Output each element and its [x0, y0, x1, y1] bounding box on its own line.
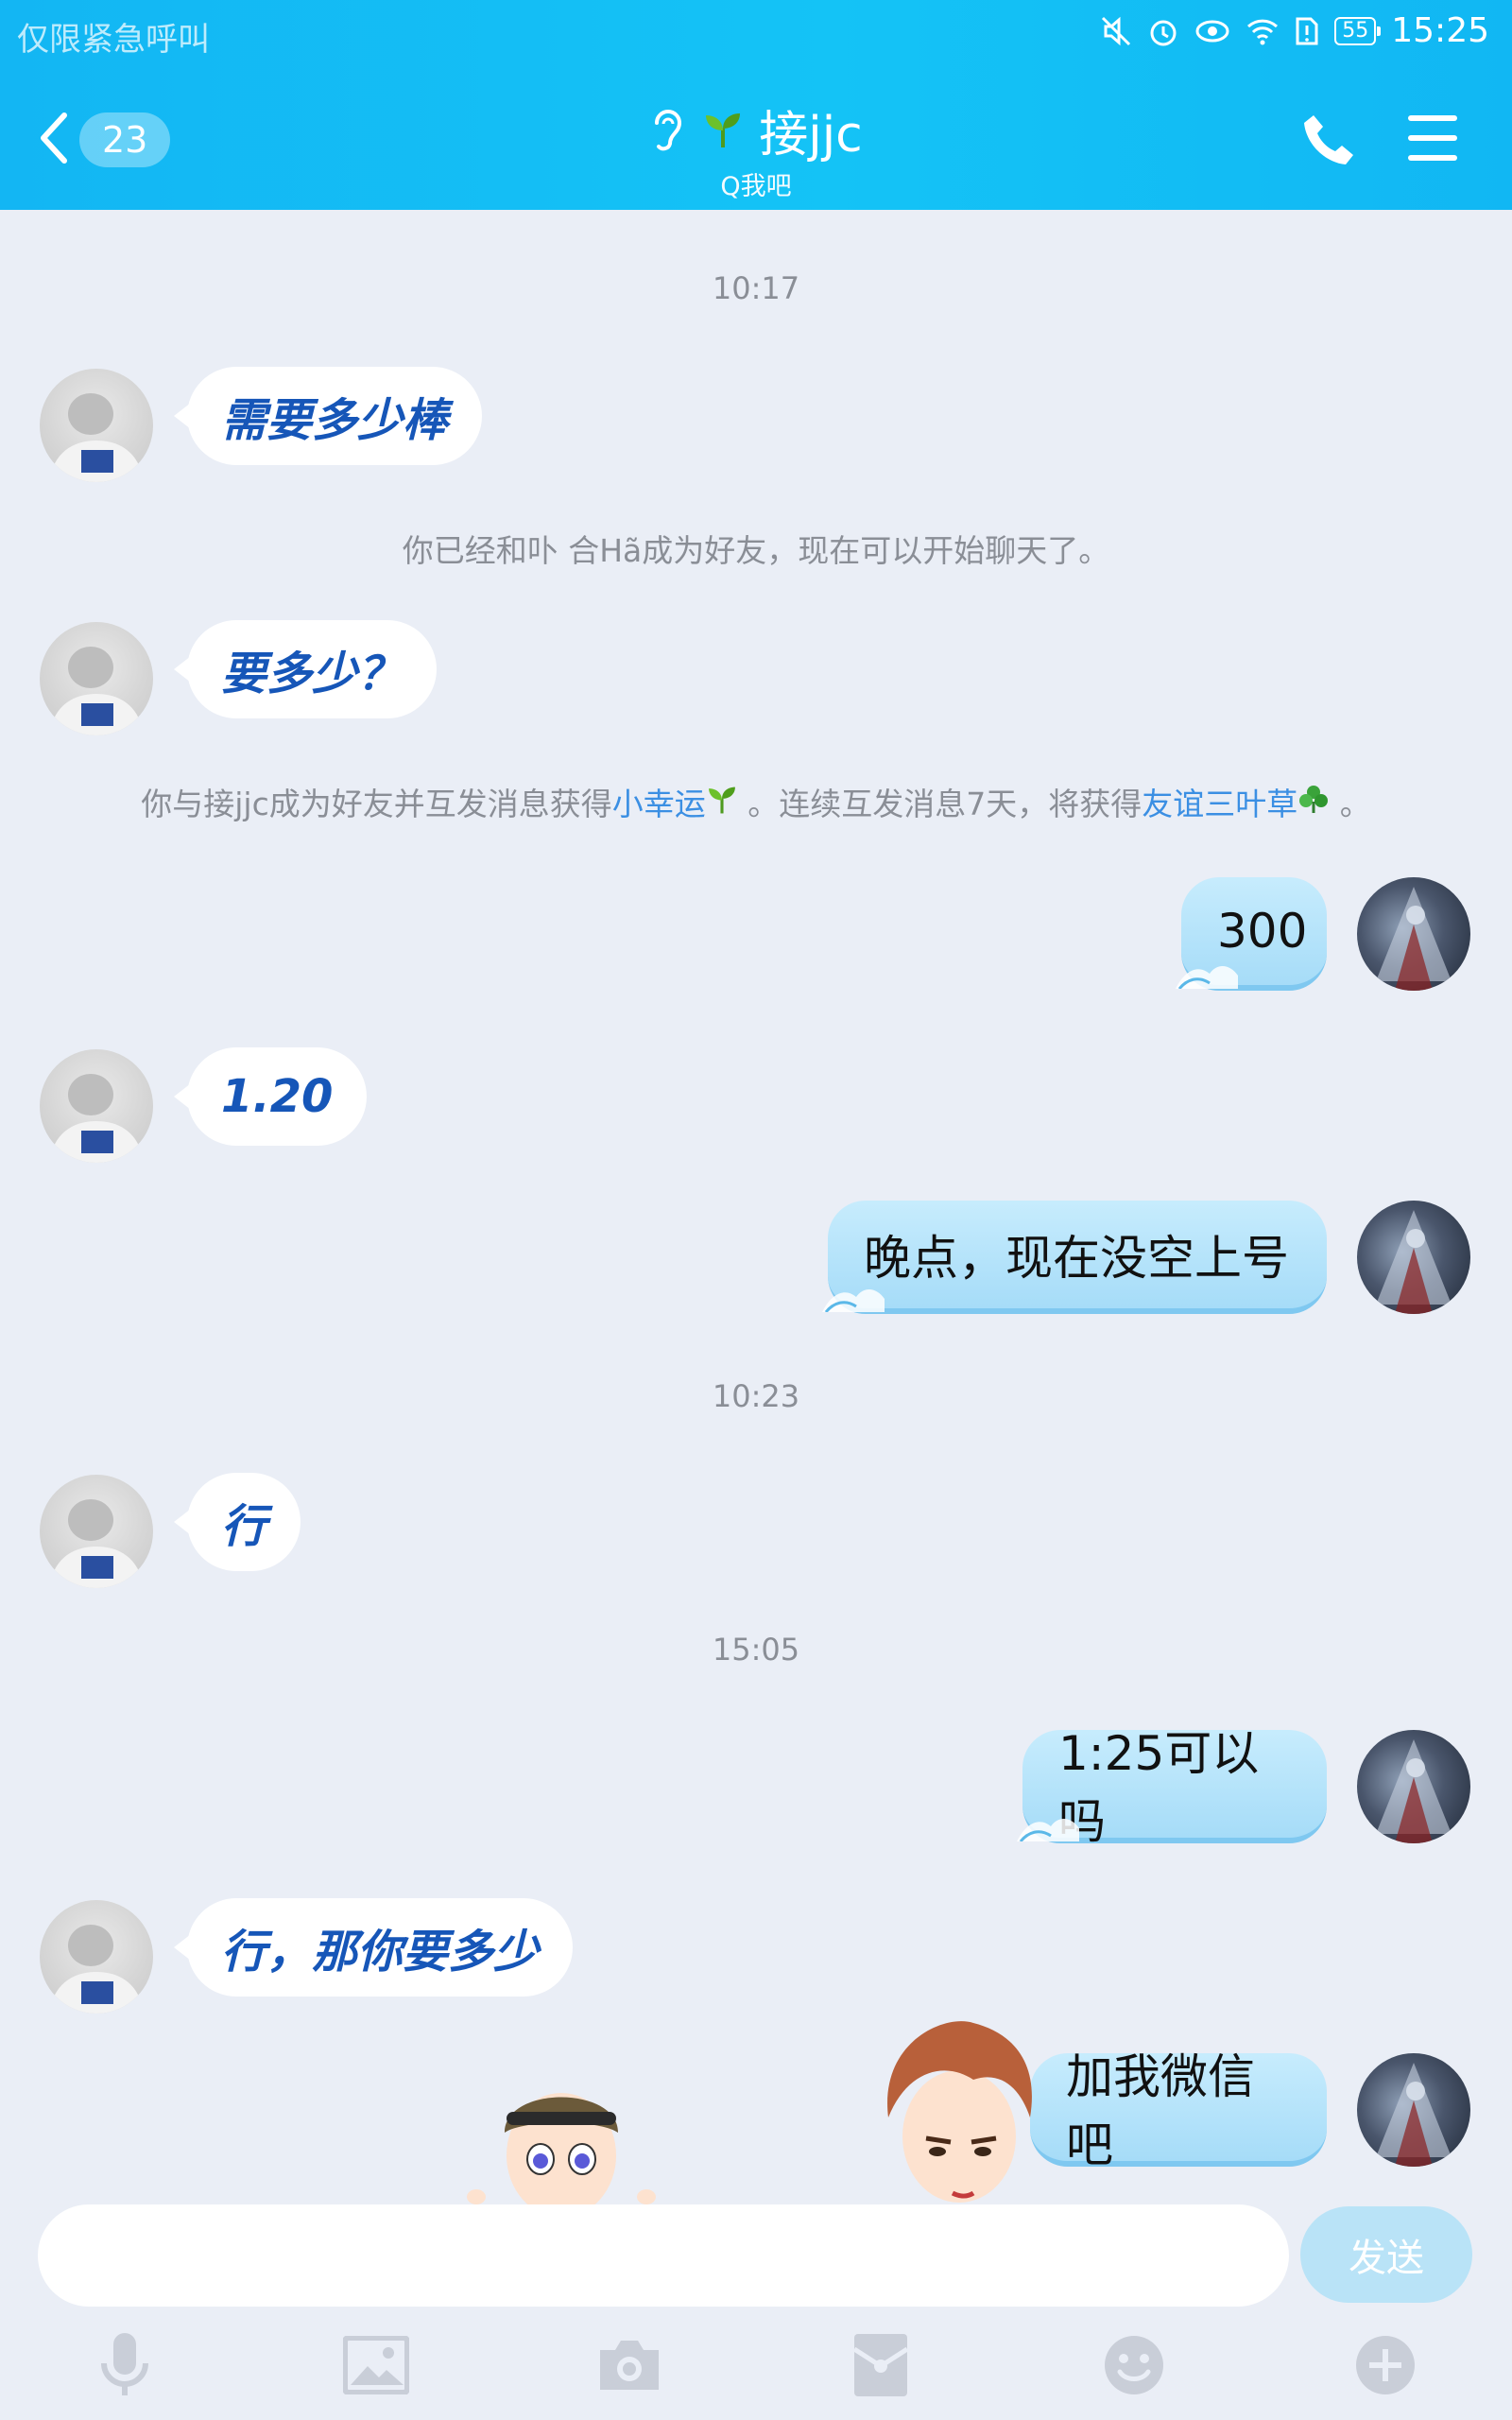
incoming-message-bubble[interactable]: 要多少？: [173, 620, 438, 718]
system-text: 。连续互发消息7天，将获得: [737, 786, 1143, 822]
incoming-message-bubble[interactable]: 1.20: [173, 1047, 368, 1146]
outgoing-message-bubble[interactable]: 晚点，现在没空上号: [822, 1201, 1327, 1314]
system-text: 。: [1330, 786, 1371, 822]
image-icon: [342, 2335, 410, 2398]
outgoing-message-bubble[interactable]: 1:25可以吗: [1017, 1726, 1327, 1849]
plus-icon: [1354, 2334, 1417, 2400]
emoji-icon: [1103, 2334, 1165, 2400]
chat-header: 仅限紧急呼叫 55 15:25 23 接jjc Q我吧: [0, 0, 1512, 210]
menu-button[interactable]: [1406, 113, 1459, 163]
my-avatar[interactable]: [1357, 2053, 1470, 2167]
voice-button[interactable]: [87, 2329, 163, 2405]
more-button[interactable]: [1348, 2329, 1423, 2405]
message-input[interactable]: [38, 2204, 1289, 2307]
cartoon-avatar-sticker[interactable]: [467, 2065, 656, 2218]
outgoing-message-bubble[interactable]: 300: [1176, 877, 1327, 991]
message-timestamp: 10:23: [712, 1378, 800, 1414]
sprout-icon: [706, 786, 738, 822]
earpiece-icon[interactable]: [649, 104, 687, 157]
eye-icon: [1194, 17, 1230, 45]
menu-icon: [1406, 115, 1459, 166]
alarm-icon: [1147, 15, 1179, 47]
message-text: 加我微信吧: [1066, 2049, 1255, 2172]
camera-icon: [596, 2337, 662, 2397]
incoming-message-bubble[interactable]: 行: [173, 1473, 301, 1571]
message-text: 1:25可以吗: [1058, 1726, 1260, 1849]
wifi-icon: [1246, 17, 1280, 45]
contact-avatar[interactable]: [40, 622, 153, 735]
chat-title[interactable]: 接jjc Q我吧: [0, 95, 1512, 202]
microphone-icon: [96, 2331, 153, 2403]
incoming-message-bubble[interactable]: 需要多少棒: [173, 367, 483, 465]
message-timestamp: 15:05: [712, 1632, 800, 1668]
photo-button[interactable]: [338, 2329, 414, 2405]
system-message: 你已经和卟 合Hã成为好友，现在可以开始聊天了。: [402, 532, 1110, 569]
camera-button[interactable]: [592, 2329, 667, 2405]
my-avatar[interactable]: [1357, 1201, 1470, 1314]
chat-subtitle: Q我吧: [720, 172, 792, 201]
clock-time: 15:25: [1391, 11, 1489, 50]
clover-icon: [1297, 786, 1330, 822]
input-toolbar: [0, 2316, 1512, 2420]
red-packet-button[interactable]: [843, 2329, 919, 2405]
emoji-button[interactable]: [1096, 2329, 1172, 2405]
friendship-system-message: 你与接jjc成为好友并互发消息获得小幸运 。连续互发消息7天，将获得友谊三叶草 …: [0, 779, 1512, 824]
incoming-message-bubble[interactable]: 行，那你要多少: [173, 1898, 574, 1996]
carrier-text: 仅限紧急呼叫: [17, 21, 210, 59]
contact-avatar[interactable]: [40, 1049, 153, 1163]
my-avatar[interactable]: [1357, 877, 1470, 991]
battery-icon: 55: [1334, 16, 1382, 45]
clover-link[interactable]: 友谊三叶草: [1142, 786, 1297, 822]
mute-icon: [1100, 15, 1132, 47]
message-timestamp: 10:17: [712, 270, 800, 306]
red-packet-icon: [852, 2332, 909, 2402]
sim-alert-icon: [1295, 16, 1319, 46]
message-text: 晚点，现在没空上号: [864, 1231, 1289, 1286]
phone-call-button[interactable]: [1302, 112, 1355, 168]
contact-avatar[interactable]: [40, 369, 153, 482]
cartoon-avatar-sticker[interactable]: [869, 2014, 1049, 2206]
my-avatar[interactable]: [1357, 1730, 1470, 1843]
lucky-link[interactable]: 小幸运: [612, 786, 706, 822]
sprout-icon: [702, 108, 744, 153]
status-icons: 55 15:25: [1100, 11, 1489, 50]
send-button[interactable]: 发送: [1300, 2206, 1472, 2303]
phone-icon: [1302, 115, 1355, 172]
system-text: 你与接jjc成为好友并互发消息获得: [141, 786, 612, 822]
contact-avatar[interactable]: [40, 1475, 153, 1588]
contact-avatar[interactable]: [40, 1900, 153, 2014]
outgoing-message-bubble[interactable]: 加我微信吧: [1030, 2049, 1327, 2172]
chat-name: 接jjc: [759, 107, 863, 164]
